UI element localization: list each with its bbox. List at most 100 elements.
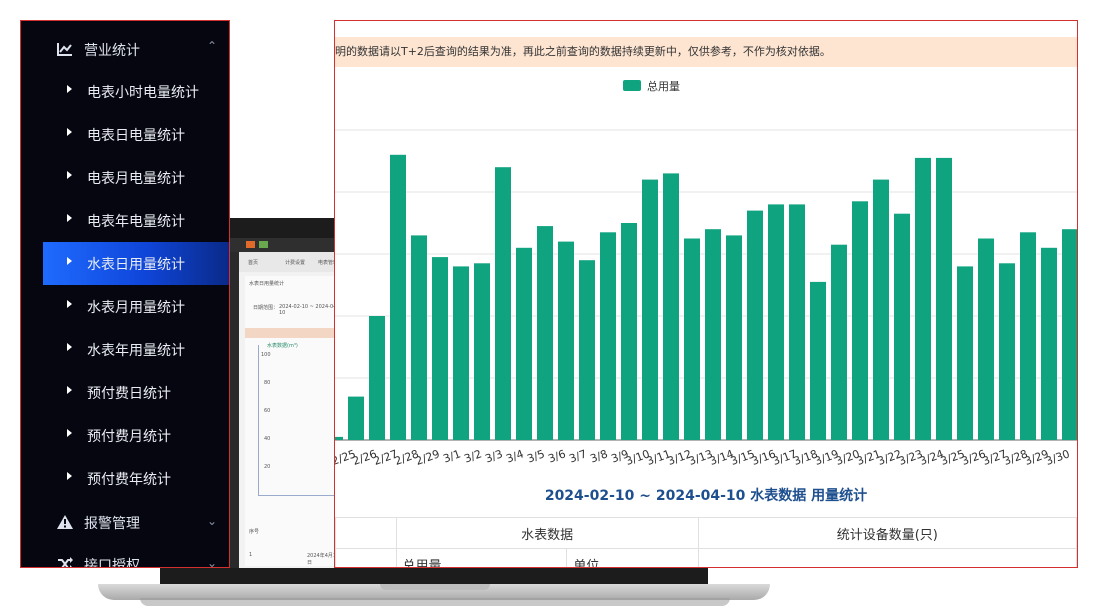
bar[interactable]	[936, 157, 952, 440]
table-header-cell	[335, 517, 397, 549]
bar[interactable]	[831, 244, 847, 440]
sidebar-item-prepaid-monthly[interactable]: 预付费月统计	[43, 414, 229, 457]
sidebar-item-label: 预付费年统计	[87, 472, 171, 488]
bar[interactable]	[558, 241, 574, 440]
bar[interactable]	[852, 201, 868, 440]
bar[interactable]	[453, 266, 469, 440]
x-tick-label: 3/5	[525, 447, 546, 465]
sidebar-group-business-stats[interactable]: 营业统计 ⌃	[21, 28, 229, 70]
sidebar-item-water-yearly[interactable]: 水表年用量统计	[43, 328, 229, 371]
bar[interactable]	[705, 229, 721, 440]
legend-swatch	[623, 80, 641, 91]
bar[interactable]	[684, 238, 700, 441]
bar[interactable]	[579, 260, 595, 440]
bar[interactable]	[663, 173, 679, 440]
caret-right-icon	[67, 171, 72, 179]
x-tick-label: 3/8	[588, 447, 609, 465]
laptop-nav-tab: 首页	[248, 260, 259, 266]
stats-table: 水表数据 统计设备数量(只) 总用量 单位	[335, 517, 1077, 567]
bar[interactable]	[789, 204, 805, 440]
shuffle-icon	[58, 557, 73, 567]
bar[interactable]	[1062, 229, 1077, 440]
sidebar-item-label: 水表月用量统计	[87, 300, 185, 316]
bar[interactable]	[600, 232, 616, 440]
sidebar-item-label: 水表年用量统计	[87, 343, 185, 359]
chevron-up-icon: ⌃	[207, 39, 218, 53]
bar[interactable]	[747, 210, 763, 440]
notice-text: 明的数据请以T+2后查询的结果为准，再此之前查询的数据持续更新中，仅供参考，不作…	[335, 45, 831, 58]
bar[interactable]	[335, 436, 343, 440]
bar[interactable]	[726, 235, 742, 440]
bar[interactable]	[642, 179, 658, 440]
caret-right-icon	[67, 343, 72, 351]
sidebar-item-water-daily[interactable]: 水表日用量统计	[43, 242, 229, 285]
bar[interactable]	[369, 316, 385, 440]
sidebar-item-meter-hourly[interactable]: 电表小时电量统计	[43, 70, 229, 113]
x-tick-label: 3/4	[504, 447, 525, 465]
laptop-mini-chart	[258, 345, 339, 496]
sidebar-item-label: 预付费月统计	[87, 429, 171, 445]
chart-title: 2024-02-10 ~ 2024-04-10 水表数据 用量统计	[544, 488, 868, 504]
laptop-nav-tab: 计费设置	[285, 260, 306, 266]
bar[interactable]	[390, 154, 406, 441]
x-tick-label: 3/30	[1044, 447, 1072, 468]
caret-right-icon	[67, 429, 72, 437]
bar[interactable]	[432, 257, 448, 440]
sidebar-item-label: 预付费日统计	[87, 386, 171, 402]
caret-right-icon	[67, 386, 72, 394]
table-subheader-row: 总用量 单位	[335, 548, 1077, 567]
bar[interactable]	[915, 157, 931, 440]
sidebar-item-meter-yearly[interactable]: 电表年电量统计	[43, 199, 229, 242]
warning-icon	[57, 515, 73, 529]
sidebar: 营业统计 ⌃ 电表小时电量统计 电表日电量统计 电表月电量统计 电表年电量统计 …	[20, 20, 230, 568]
x-tick-label: 3/2	[462, 447, 483, 465]
sidebar-group-label: 接口授权	[84, 558, 140, 568]
bar[interactable]	[873, 179, 889, 440]
bar[interactable]	[516, 247, 532, 440]
caret-right-icon	[67, 85, 72, 93]
sidebar-group-label: 营业统计	[84, 43, 140, 59]
caret-right-icon	[67, 128, 72, 136]
bar[interactable]	[348, 396, 364, 440]
laptop-app-logo-icon	[246, 241, 255, 248]
bar[interactable]	[978, 238, 994, 441]
sidebar-item-meter-daily[interactable]: 电表日电量统计	[43, 113, 229, 156]
bar[interactable]	[1020, 232, 1036, 440]
bar[interactable]	[957, 266, 973, 440]
table-header-device-count: 统计设备数量(只)	[697, 517, 1077, 549]
sidebar-item-water-monthly[interactable]: 水表月用量统计	[43, 285, 229, 328]
sidebar-item-prepaid-yearly[interactable]: 预付费年统计	[43, 457, 229, 500]
chevron-down-icon: ⌄	[207, 556, 218, 568]
bar[interactable]	[474, 263, 490, 440]
laptop-notice-bar	[245, 328, 340, 338]
bar[interactable]	[768, 204, 784, 440]
bar[interactable]	[999, 263, 1015, 440]
chevron-down-icon: ⌄	[207, 514, 218, 528]
caret-right-icon	[67, 214, 72, 222]
laptop-shadow	[140, 598, 730, 606]
x-tick-label: 3/7	[567, 447, 588, 465]
line-chart-icon	[57, 43, 72, 56]
bar[interactable]	[495, 167, 511, 440]
sidebar-item-prepaid-daily[interactable]: 预付费日统计	[43, 371, 229, 414]
x-tick-label: 3/6	[546, 447, 567, 465]
table-subheader-total: 总用量	[395, 548, 568, 567]
bar[interactable]	[411, 235, 427, 440]
laptop-app-badge-icon	[259, 241, 268, 248]
laptop-row-number: 1	[249, 552, 253, 558]
sidebar-group-api-auth[interactable]: 接口授权 ⌄	[21, 543, 229, 568]
usage-bar-chart: 2/242/252/262/272/282/293/13/23/33/43/53…	[335, 129, 1077, 468]
caret-right-icon	[67, 472, 72, 480]
sidebar-group-label: 报警管理	[84, 516, 140, 532]
table-cell	[697, 548, 1077, 567]
x-tick-label: 3/3	[483, 447, 504, 465]
bar[interactable]	[894, 213, 910, 440]
bar[interactable]	[537, 226, 553, 440]
bar[interactable]	[1041, 247, 1057, 440]
laptop-date-label: 日期范围：	[253, 305, 279, 311]
bar[interactable]	[810, 281, 826, 440]
bar[interactable]	[621, 223, 637, 440]
x-tick-label: 2/29	[414, 447, 442, 468]
sidebar-item-meter-monthly[interactable]: 电表月电量统计	[43, 156, 229, 199]
sidebar-group-alarm[interactable]: 报警管理 ⌄	[21, 501, 229, 543]
